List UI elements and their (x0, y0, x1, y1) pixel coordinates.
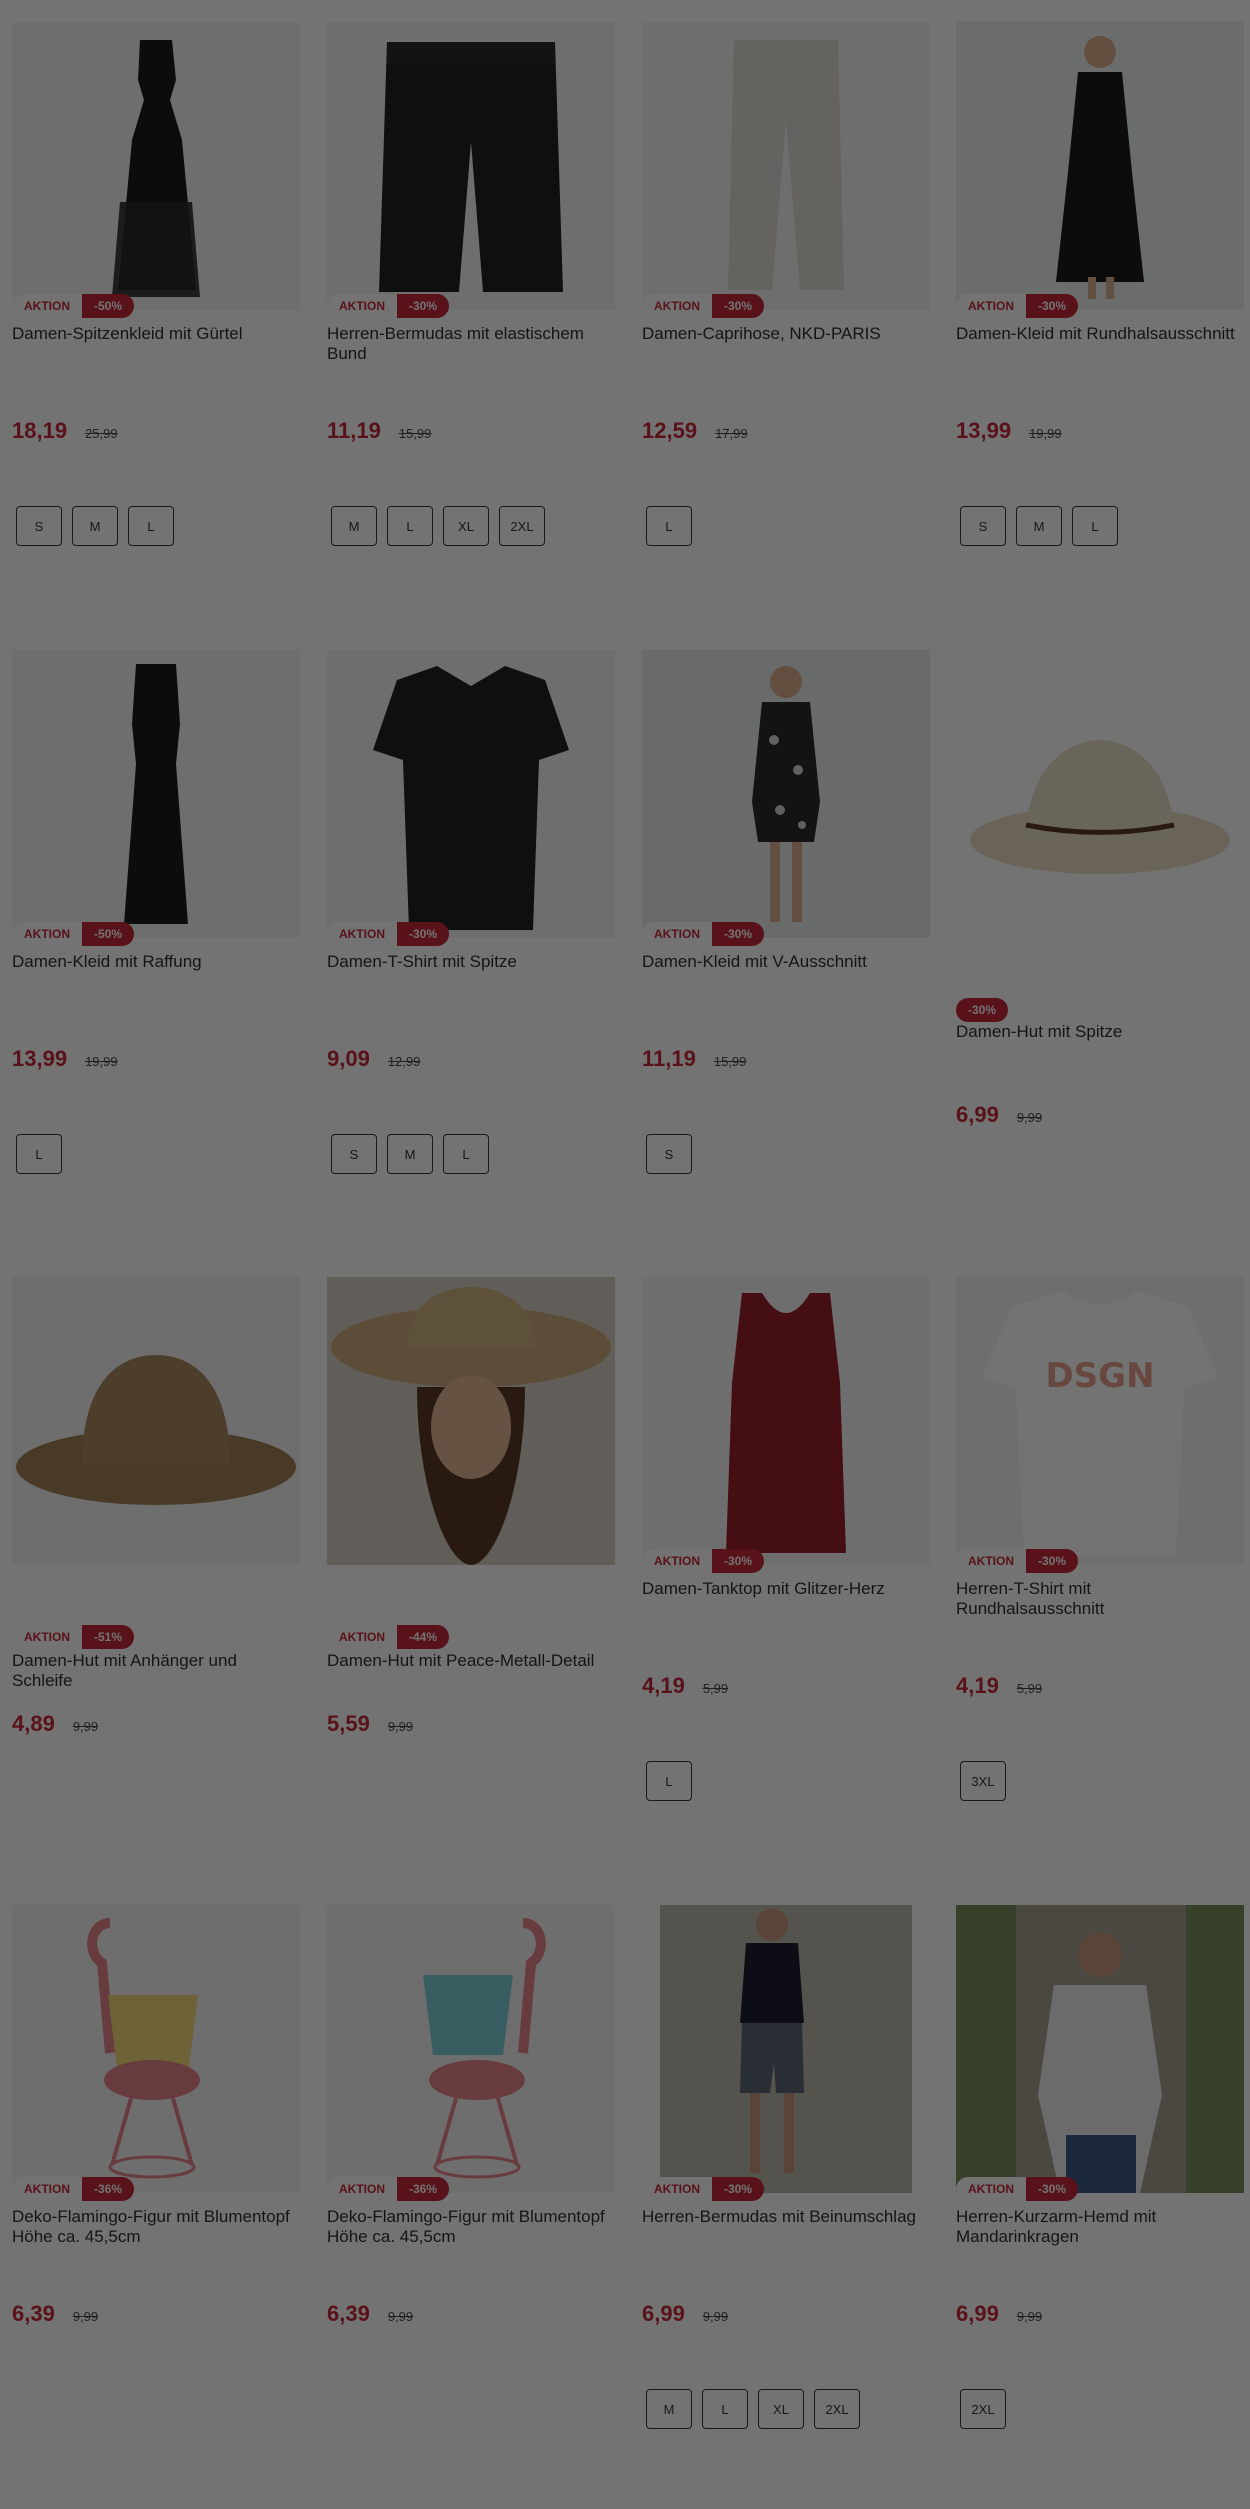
modal-overlay[interactable] (0, 0, 1250, 2509)
